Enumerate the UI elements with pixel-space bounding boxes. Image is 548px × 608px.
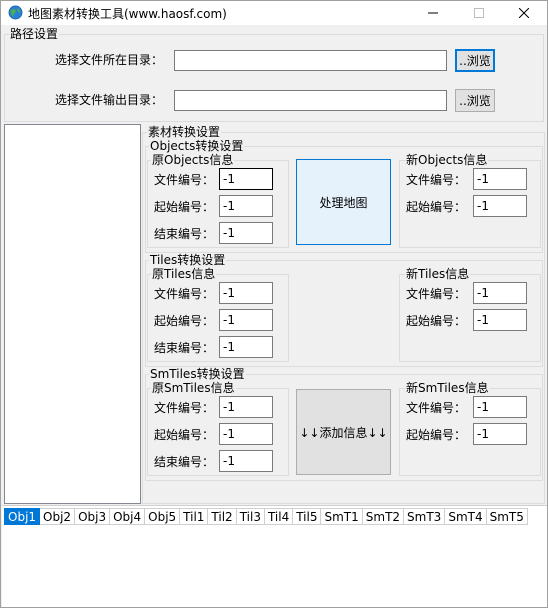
new-smt-file-no-label: 文件编号： [406,401,467,415]
smtiles-group-label: SmTiles转换设置 [149,367,246,381]
new-smt-start-no-label: 起始编号： [406,428,467,442]
new-til-start-no-label: 起始编号： [406,314,467,328]
til-file-no-input[interactable]: -1 [219,282,273,304]
new-smt-file-no-input[interactable]: -1 [473,396,527,418]
tiles-original-label: 原Tiles信息 [151,267,217,281]
new-obj-file-no-label: 文件编号： [406,173,467,187]
tab-obj3[interactable]: Obj3 [75,508,111,525]
obj-file-no-input[interactable]: -1 [219,168,273,190]
minimize-button[interactable] [410,1,456,25]
new-til-file-no-label: 文件编号： [406,287,467,301]
til-start-no-input[interactable]: -1 [219,309,273,331]
tab-til3[interactable]: Til3 [236,508,265,525]
close-button[interactable] [501,1,547,25]
tab-smt3[interactable]: SmT3 [404,508,446,525]
obj-start-no-label: 起始编号： [154,200,215,214]
objects-group-label: Objects转换设置 [149,139,245,153]
close-icon [519,8,529,18]
obj-start-no-input[interactable]: -1 [219,195,273,217]
tab-til1[interactable]: Til1 [180,508,209,525]
smt-start-no-input[interactable]: -1 [219,423,273,445]
smt-end-no-label: 结束编号： [154,455,215,469]
new-obj-start-no-label: 起始编号： [406,200,467,214]
smt-file-no-label: 文件编号： [154,401,215,415]
new-obj-start-no-input[interactable]: -1 [473,195,527,217]
tab-smt4[interactable]: SmT4 [445,508,487,525]
til-start-no-label: 起始编号： [154,314,215,328]
new-til-file-no-input[interactable]: -1 [473,282,527,304]
smt-end-no-input[interactable]: -1 [219,450,273,472]
new-til-start-no-input[interactable]: -1 [473,309,527,331]
tab-smt5[interactable]: SmT5 [486,508,528,525]
tab-obj4[interactable]: Obj4 [110,508,146,525]
tab-strip: Obj1 Obj2 Obj3 Obj4 Obj5 Til1 Til2 Til3 Til4 Til5… [4,508,528,525]
tab-til4[interactable]: Til4 [264,508,294,525]
output-dir-label: 选择文件输出目录： [55,93,164,107]
tab-obj5[interactable]: Obj5 [145,508,181,525]
smt-start-no-label: 起始编号： [154,428,215,442]
input-dir-label: 选择文件所在目录： [55,53,164,67]
tiles-new-label: 新Tiles信息 [405,267,471,281]
smtiles-original-label: 原SmTiles信息 [151,381,236,395]
path-settings-label: 路径设置 [9,27,60,41]
new-smt-start-no-input[interactable]: -1 [473,423,527,445]
tab-obj2[interactable]: Obj2 [40,508,76,525]
tab-obj1[interactable]: Obj1 [4,508,41,525]
add-info-button[interactable]: ↓↓添加信息↓↓ [296,389,391,475]
input-dir-field[interactable] [174,50,447,71]
maximize-button[interactable] [456,1,502,25]
objects-new-label: 新Objects信息 [405,153,489,167]
tab-smt1[interactable]: SmT1 [321,508,363,525]
title-bar[interactable]: 地图素材转换工具(www.haosf.com) [1,1,547,25]
tab-til2[interactable]: Til2 [208,508,237,525]
maximize-icon [474,8,484,18]
objects-original-label: 原Objects信息 [151,153,235,167]
file-list[interactable] [4,124,141,504]
obj-end-no-label: 结束编号： [154,227,215,241]
til-end-no-input[interactable]: -1 [219,336,273,358]
globe-icon [8,5,23,20]
smt-file-no-input[interactable]: -1 [219,396,273,418]
tiles-group-label: Tiles转换设置 [149,253,227,267]
tab-smt2[interactable]: SmT2 [362,508,405,525]
til-file-no-label: 文件编号： [154,287,215,301]
browse-output-button[interactable]: ..浏览 [455,89,495,112]
tab-til5[interactable]: Til5 [293,508,322,525]
til-end-no-label: 结束编号： [154,341,215,355]
new-obj-file-no-input[interactable]: -1 [473,168,527,190]
process-map-button[interactable]: 处理地图 [296,159,391,245]
obj-end-no-input[interactable]: -1 [219,222,273,244]
window-title: 地图素材转换工具(www.haosf.com) [28,7,227,21]
obj-file-no-label: 文件编号： [154,173,215,187]
main-window: 地图素材转换工具(www.haosf.com) 路径设置 选择文件所在目录： .… [0,0,548,608]
minimize-icon [428,12,438,14]
smtiles-new-label: 新SmTiles信息 [405,381,490,395]
browse-input-button[interactable]: ..浏览 [455,49,495,72]
convert-settings-label: 素材转换设置 [147,125,222,139]
output-dir-field[interactable] [174,90,447,111]
